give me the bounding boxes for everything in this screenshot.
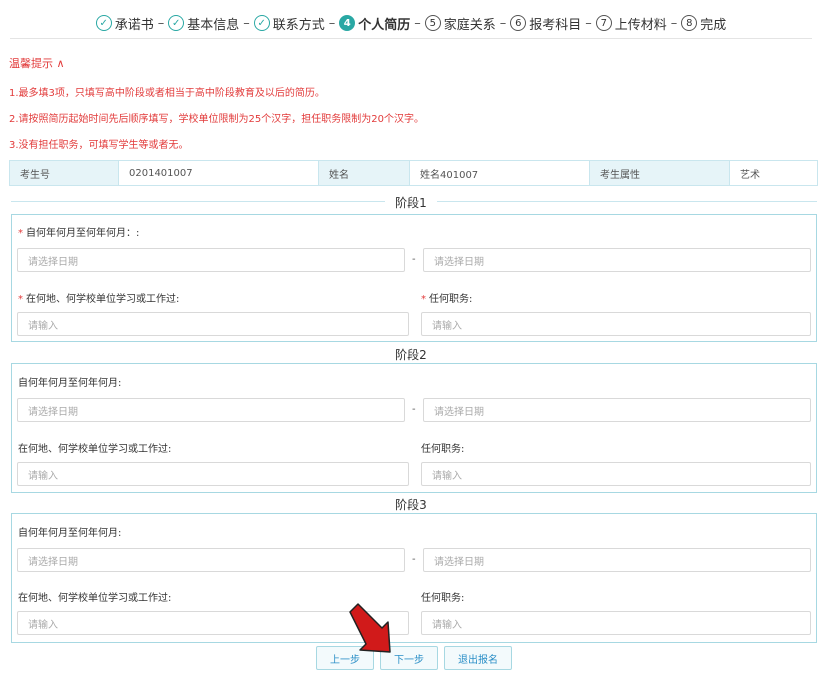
step-number-icon: 6 [510, 15, 527, 31]
stage-2-date-label: 自何年何月至何年何月: [18, 378, 122, 389]
name-value: 姓名401007 [410, 161, 590, 185]
step-label: 上传材料 [614, 17, 667, 33]
stage-2-start-date[interactable]: 请选择日期 [17, 398, 405, 422]
stage-1-end-date[interactable]: 请选择日期 [423, 248, 811, 272]
step-separator: – [328, 15, 336, 31]
stage-3-position-input[interactable]: 请输入 [421, 611, 811, 635]
range-separator: - [412, 554, 416, 565]
attr-value: 艺术 [740, 169, 760, 181]
stage-2-place-input[interactable]: 请输入 [17, 462, 409, 486]
step-progress: ✓ 承诺书 – ✓ 基本信息 – ✓ 联系方式 – 4 个人简历 – 5 家庭关系 – 6… [0, 8, 822, 38]
step-1: ✓ 承诺书 [95, 14, 154, 33]
step-label: 完成 [700, 17, 727, 33]
step-8: 8 完成 [681, 14, 726, 33]
step-label: 基本信息 [187, 17, 240, 33]
step-separator: – [499, 15, 507, 31]
stage-1-place-label: * 在何地、何学校单位学习或工作过: [18, 294, 180, 305]
stage-2-position-label: 任何职务: [421, 444, 465, 455]
exam-no-label: 考生号 [10, 161, 119, 185]
stage-3-start-date[interactable]: 请选择日期 [17, 548, 405, 572]
step-number-icon: 5 [424, 15, 441, 31]
step-6: 6 报考科目 [510, 14, 581, 33]
step-label: 家庭关系 [443, 17, 496, 33]
step-5: 5 家庭关系 [424, 14, 496, 33]
stage-2-position-input[interactable]: 请输入 [421, 462, 811, 486]
step-number-icon: 4 [339, 15, 356, 31]
step-separator: – [414, 15, 421, 31]
step-number-icon: 7 [595, 15, 612, 31]
step-2: ✓ 基本信息 [168, 14, 239, 33]
exam-no-value: 0201401007 [119, 161, 319, 185]
step-separator: – [670, 15, 678, 31]
stage-3-place-label: 在何地、何学校单位学习或工作过: [18, 593, 172, 604]
step-label: 报考科目 [529, 17, 582, 33]
stage-3-end-date[interactable]: 请选择日期 [423, 548, 811, 572]
annotation-arrow-icon [349, 603, 391, 653]
stage-2-place-label: 在何地、何学校单位学习或工作过: [18, 444, 172, 455]
stage-1-start-date[interactable]: 请选择日期 [17, 248, 405, 272]
range-separator: - [412, 404, 416, 415]
stage-3-date-label: 自何年何月至何年何月: [18, 528, 122, 539]
check-icon: ✓ [168, 15, 185, 31]
name-label: 姓名 [319, 161, 410, 185]
tip-2: 2.请按照简历起始时间先后顺序填写，学校单位限制为25个汉字，担任职务限制为20… [9, 114, 424, 125]
stage-1-date-label: * 自何年何月至何年何月：: [18, 228, 140, 239]
step-label: 承诺书 [114, 17, 154, 33]
check-icon: ✓ [253, 15, 270, 31]
step-separator: – [157, 15, 165, 31]
range-separator: - [412, 254, 416, 265]
step-label: 联系方式 [272, 17, 325, 33]
stage-2-end-date[interactable]: 请选择日期 [423, 398, 811, 422]
stage-2-title: 阶段2 [0, 346, 822, 363]
step-3: ✓ 联系方式 [253, 14, 325, 33]
stage-1-place-input[interactable]: 请输入 [17, 312, 409, 336]
stage-1-position-label: * 任何职务: [421, 294, 473, 305]
step-label: 个人简历 [358, 17, 411, 33]
step-separator: – [585, 15, 592, 31]
step-number-icon: 8 [681, 15, 698, 31]
candidate-info-table: 考生号 0201401007 姓名 姓名401007 考生属性 艺术 [9, 160, 818, 186]
tip-3: 3.没有担任职务，可填写学生等或者无。 [9, 140, 189, 151]
tip-1: 1.最多填3项，只填写高中阶段或者相当于高中阶段教育及以后的简历。 [9, 88, 325, 99]
stage-1-position-input[interactable]: 请输入 [421, 312, 811, 336]
stage-1-title: 阶段1 [0, 194, 822, 211]
step-4: 4 个人简历 [339, 14, 410, 33]
stage-3-position-label: 任何职务: [421, 593, 465, 604]
attr-label: 考生属性 [590, 161, 730, 185]
tips-toggle[interactable]: 温馨提示 ∧ [9, 55, 65, 71]
quit-registration-button[interactable]: 退出报名 [444, 646, 512, 670]
check-icon: ✓ [95, 15, 112, 31]
step-separator: – [243, 15, 250, 31]
stage-3-title: 阶段3 [0, 496, 822, 513]
step-7: 7 上传材料 [595, 14, 667, 33]
divider [10, 38, 812, 39]
